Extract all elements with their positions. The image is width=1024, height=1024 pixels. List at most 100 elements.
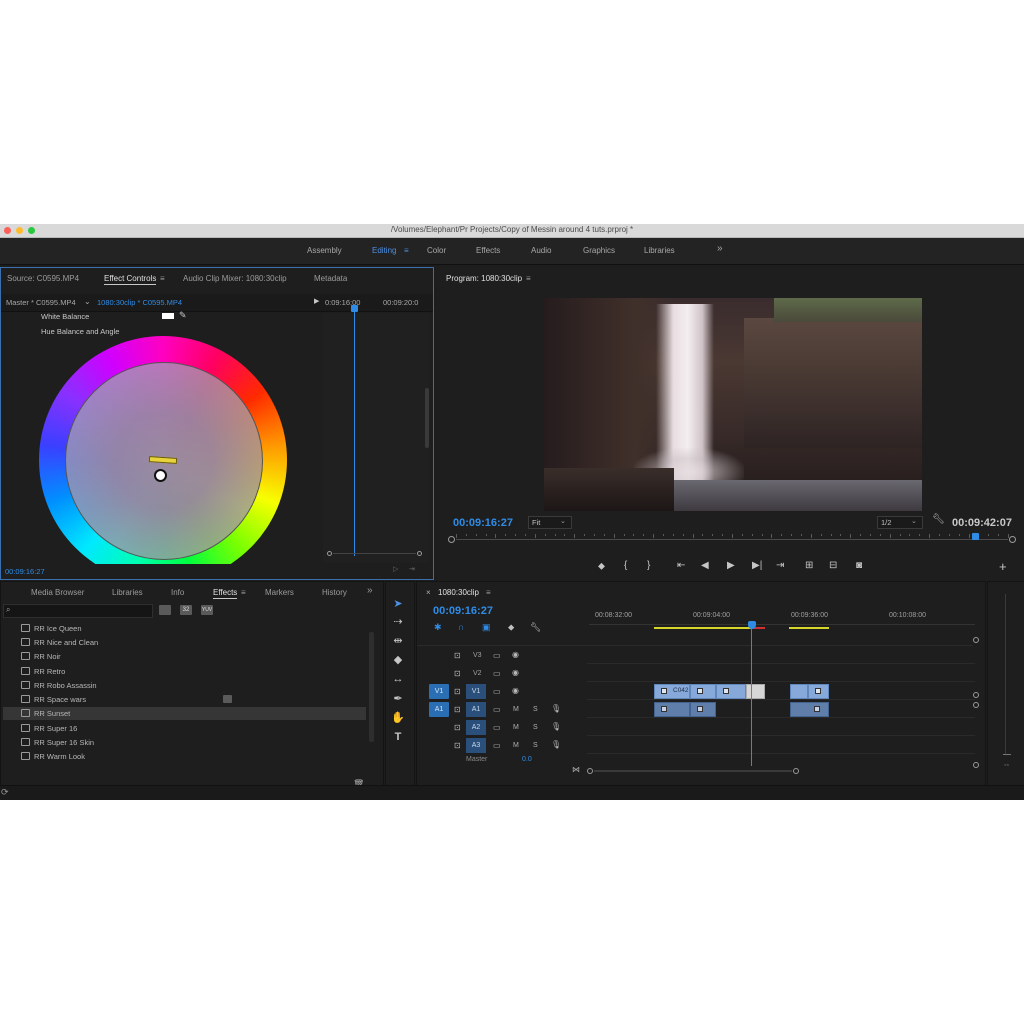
vertical-scrollbar[interactable] [425, 388, 429, 448]
sequence-clip-label[interactable]: 1080:30clip * C0595.MP4 [97, 298, 182, 307]
timeline-tab[interactable]: 1080:30clip [438, 588, 479, 597]
zoom-bar-track[interactable] [333, 553, 416, 554]
zoom-handle-right[interactable] [417, 551, 422, 556]
tab-source[interactable]: Source: C0595.MP4 [7, 274, 79, 283]
microphone-icon[interactable]: 🎙︎ [551, 722, 561, 731]
scrubber-track[interactable] [456, 539, 1008, 540]
tab-libraries[interactable]: Libraries [112, 588, 143, 597]
audio-clip[interactable] [790, 702, 829, 717]
mute-button[interactable]: M [513, 724, 519, 731]
vertical-zoom-handle[interactable] [973, 702, 979, 708]
export-icon[interactable]: ⇥ [409, 565, 415, 573]
audio-clip[interactable] [690, 702, 716, 717]
add-button-icon[interactable]: + [999, 559, 1007, 574]
tab-info[interactable]: Info [171, 588, 184, 597]
audio-clip[interactable] [654, 702, 690, 717]
tab-effect-controls[interactable]: Effect Controls [104, 274, 157, 285]
effect-controls-menu-icon[interactable]: ≡ [160, 274, 165, 283]
lock-icon[interactable]: ⊡ [454, 705, 461, 714]
solo-meters-icon[interactable]: ◦◦ [1004, 762, 1009, 769]
add-marker-icon[interactable]: ⬥ [598, 561, 605, 572]
zoom-bar-track[interactable] [594, 770, 792, 772]
list-item[interactable]: RR Warm Look [21, 752, 85, 761]
lock-icon[interactable]: ⊡ [454, 741, 461, 750]
eyedropper-icon[interactable]: ✎ [179, 310, 187, 321]
lock-icon[interactable]: ⊡ [454, 723, 461, 732]
export-frame-icon[interactable]: ◙ [856, 560, 862, 571]
video-clip[interactable]: C042 [654, 684, 690, 699]
lock-icon[interactable]: ⊡ [454, 687, 461, 696]
zoom-handle-left[interactable] [327, 551, 332, 556]
mini-playhead[interactable] [354, 306, 355, 556]
vertical-zoom-handle[interactable] [973, 637, 979, 643]
mark-out-icon[interactable]: } [647, 560, 650, 571]
list-item[interactable]: RR Super 16 Skin [21, 738, 94, 747]
timeline-playhead[interactable] [751, 628, 752, 766]
tab-markers[interactable]: Markers [265, 588, 294, 597]
list-item[interactable]: RR Robo Assassin [21, 681, 97, 690]
accelerated-effects-icon[interactable] [159, 605, 171, 615]
workspace-editing[interactable]: Editing [372, 246, 396, 255]
list-item[interactable]: RR Noir [21, 652, 61, 661]
type-tool-icon[interactable]: T [390, 729, 406, 745]
mini-zoom-bar[interactable] [327, 551, 423, 556]
yuv-effects-icon[interactable]: YUV [201, 605, 213, 615]
tab-audio-clip-mixer[interactable]: Audio Clip Mixer: 1080:30clip [183, 274, 287, 283]
list-item[interactable]: RR Space wars [21, 695, 86, 704]
source-patch-v1[interactable]: V1 [429, 684, 449, 699]
list-item[interactable]: RR Ice Queen [21, 624, 82, 633]
video-clip[interactable] [716, 684, 746, 699]
list-item[interactable]: RR Retro [21, 667, 65, 676]
panel-more-icon[interactable]: » [367, 585, 373, 596]
lock-icon[interactable]: ⊡ [454, 669, 461, 678]
video-clip[interactable] [790, 684, 808, 699]
workspace-libraries[interactable]: Libraries [644, 246, 675, 255]
track-label-v1[interactable]: V1 [466, 684, 486, 699]
32-bit-effects-icon[interactable]: 32 [180, 605, 192, 615]
timeline-settings-wrench-icon[interactable]: 🔧︎ [530, 622, 541, 633]
video-clip[interactable] [690, 684, 716, 699]
master-track-value[interactable]: 0.0 [522, 756, 532, 763]
mute-button[interactable]: M [513, 706, 519, 713]
effect-controls-timecode[interactable]: 00:09:16:27 [5, 567, 45, 576]
hand-tool-icon[interactable]: ✋ [390, 710, 406, 726]
solo-button[interactable]: S [533, 742, 538, 749]
master-clip-label[interactable]: Master * C0595.MP4 [6, 298, 76, 307]
chevron-down-icon[interactable]: ⌄ [84, 297, 91, 306]
tab-media-browser[interactable]: Media Browser [31, 588, 84, 597]
program-current-time[interactable]: 00:09:16:27 [453, 517, 513, 529]
slip-tool-icon[interactable]: ↔ [390, 671, 406, 687]
workspace-color[interactable]: Color [427, 246, 446, 255]
resolution-dropdown[interactable]: 1/2 ⌄ [877, 516, 923, 529]
play-only-icon[interactable]: ▶ [314, 297, 319, 305]
lock-icon[interactable]: ⊡ [454, 651, 461, 660]
workspace-menu-icon[interactable]: ≡ [404, 246, 409, 255]
mute-button[interactable]: M [513, 742, 519, 749]
list-item-selected[interactable]: RR Sunset [21, 709, 70, 718]
timeline-timecode[interactable]: 00:09:16:27 [433, 605, 493, 617]
step-back-icon[interactable]: ◀ [701, 560, 709, 571]
scrubber-end-handle[interactable] [1009, 536, 1016, 543]
vertical-zoom-handle[interactable] [973, 762, 979, 768]
effects-scrollbar[interactable] [369, 632, 374, 742]
microphone-icon[interactable]: 🎙︎ [551, 704, 561, 713]
sync-lock-icon[interactable]: ▭ [493, 741, 501, 750]
program-monitor-title[interactable]: Program: 1080:30clip [446, 274, 522, 283]
sync-lock-icon[interactable]: ▭ [493, 669, 501, 678]
fit-dropdown[interactable]: Fit ⌄ [528, 516, 572, 529]
scrubber-start-handle[interactable] [448, 536, 455, 543]
zoom-handle-right[interactable] [793, 768, 799, 774]
wrench-icon[interactable]: 🔧︎ [932, 514, 945, 525]
track-select-tool-icon[interactable]: ⇢ [390, 614, 406, 630]
timeline-playhead-handle[interactable] [748, 621, 756, 629]
effects-search-input[interactable]: ⌕ [3, 604, 153, 618]
hue-balance-wheel[interactable] [39, 336, 287, 564]
step-forward-icon[interactable]: ▶︎| [752, 560, 762, 571]
program-scrubber[interactable] [448, 533, 1016, 546]
fit-timeline-icon[interactable]: ⋈ [572, 765, 580, 774]
white-balance-swatch[interactable] [162, 313, 174, 319]
pen-tool-icon[interactable]: ✒ [390, 691, 406, 707]
mini-playhead-handle[interactable] [351, 305, 358, 312]
workspace-graphics[interactable]: Graphics [583, 246, 615, 255]
mark-in-icon[interactable]: { [624, 560, 627, 571]
